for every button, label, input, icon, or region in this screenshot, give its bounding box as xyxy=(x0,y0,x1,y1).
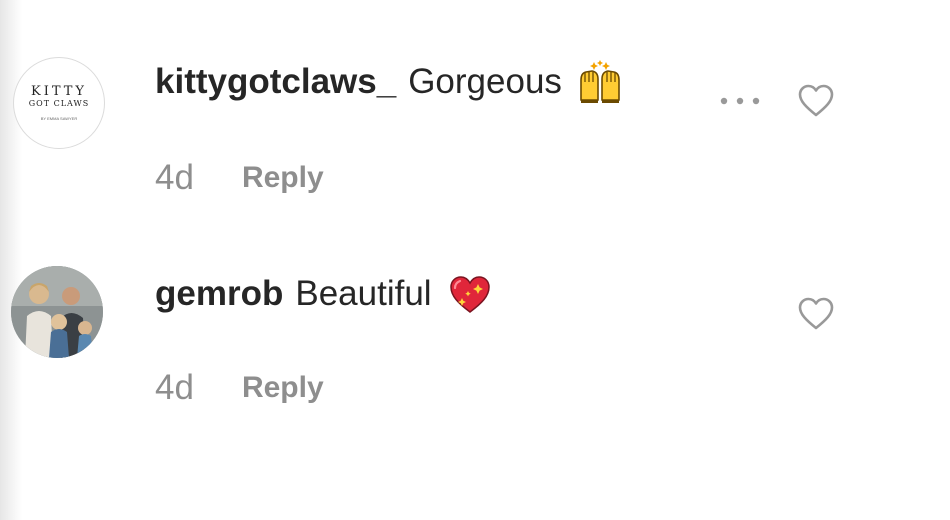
comment-username[interactable]: gemrob xyxy=(155,274,283,314)
reply-button[interactable]: Reply xyxy=(242,161,324,195)
comment-meta: 4d Reply xyxy=(155,158,324,198)
comment-username[interactable]: kittygotclaws_ xyxy=(155,62,396,102)
reply-button[interactable]: Reply xyxy=(242,371,324,405)
comment-text-line: kittygotclaws_ Gorgeous xyxy=(155,60,622,104)
like-heart-icon[interactable] xyxy=(798,84,834,118)
comment-text-line: gemrob Beautiful xyxy=(155,272,492,316)
user-avatar[interactable]: KITTY GOT CLAWS BY EMMA SAWYER xyxy=(13,57,105,149)
comment-meta: 4d Reply xyxy=(155,368,324,408)
comment-text: Beautiful xyxy=(295,274,432,313)
comment-timestamp: 4d xyxy=(155,368,194,407)
comment-timestamp: 4d xyxy=(155,158,194,197)
user-avatar[interactable] xyxy=(11,266,103,358)
sparkling-heart-emoji xyxy=(449,276,490,313)
avatar-logo-caption: BY EMMA SAWYER xyxy=(40,116,78,121)
avatar-photo xyxy=(11,266,103,358)
comment-text: Gorgeous xyxy=(408,62,562,101)
page-edge-shadow xyxy=(0,0,22,520)
raising-hands-emoji xyxy=(580,60,620,103)
avatar-logo-subtext: GOT CLAWS xyxy=(28,99,90,108)
avatar-logo-text: KITTY xyxy=(30,84,87,99)
more-options-icon[interactable] xyxy=(716,93,764,109)
like-heart-icon[interactable] xyxy=(798,297,834,331)
